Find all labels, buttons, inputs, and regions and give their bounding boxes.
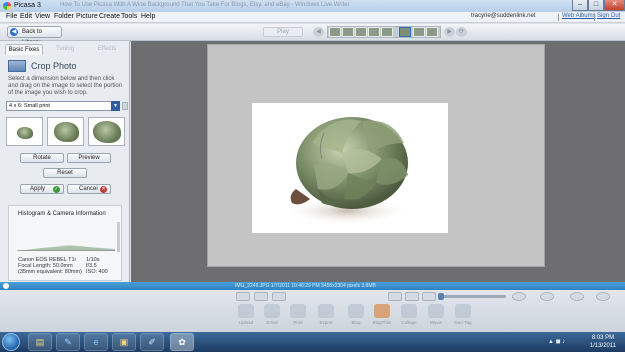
photo-tray bbox=[0, 290, 625, 332]
menu-file[interactable]: File bbox=[6, 13, 17, 20]
next-photo-button[interactable]: ▶ bbox=[444, 27, 455, 37]
clock-date[interactable]: 1/13/2011 bbox=[583, 343, 623, 349]
sign-out-link[interactable]: Sign Out bbox=[597, 13, 620, 19]
blog-icon[interactable] bbox=[348, 304, 364, 318]
view-toggle-button[interactable] bbox=[422, 292, 436, 301]
filmstrip-thumb[interactable] bbox=[342, 27, 354, 37]
histogram-scrollbar[interactable] bbox=[117, 222, 120, 252]
play-slideshow-button[interactable]: Play bbox=[263, 27, 303, 37]
blogthis-icon[interactable] bbox=[374, 304, 390, 318]
info-icon[interactable] bbox=[596, 292, 610, 301]
export-label: Export bbox=[319, 320, 333, 325]
account-email: tracyrie@suddenlink.net bbox=[471, 13, 536, 19]
x-icon: ✕ bbox=[100, 186, 107, 193]
tag-icon[interactable] bbox=[570, 292, 584, 301]
back-arrow-icon: ◀ bbox=[10, 28, 18, 36]
rotate-right-button[interactable] bbox=[272, 292, 286, 301]
rotate-button[interactable]: Rotate bbox=[20, 153, 64, 163]
tab-effects[interactable]: Effects bbox=[87, 44, 127, 55]
picasa-app-icon bbox=[3, 2, 11, 10]
filmstrip-thumb[interactable] bbox=[413, 27, 425, 37]
movie-icon[interactable] bbox=[428, 304, 444, 318]
geotag-icon[interactable] bbox=[455, 304, 471, 318]
background-window-title: How To Use Picasa With A Wide Background… bbox=[60, 2, 350, 8]
collage-label: Collage bbox=[401, 320, 417, 325]
system-tray-icons[interactable]: ▲ ◼ ♪ bbox=[548, 338, 565, 345]
tab-tuning[interactable]: Tuning bbox=[44, 44, 86, 55]
rotate-view-button[interactable]: ⟳ bbox=[456, 27, 467, 37]
crop-suggestion-thumb[interactable] bbox=[47, 117, 84, 146]
export-icon[interactable] bbox=[318, 304, 334, 318]
filmstrip-thumb[interactable] bbox=[381, 27, 393, 37]
folder-icon[interactable]: ▣ bbox=[112, 333, 136, 351]
focal-equivalent: (35mm equivalent: 80mm) bbox=[18, 269, 82, 275]
hold-button[interactable] bbox=[236, 292, 250, 301]
picasa-taskbar-icon[interactable]: ✿ bbox=[170, 333, 194, 351]
minimize-button[interactable]: – bbox=[572, 0, 588, 11]
crop-photo-title: Crop Photo bbox=[31, 61, 77, 71]
crop-instructions: Select a dimension below and then click … bbox=[8, 76, 123, 96]
upload-label: Upload bbox=[238, 320, 254, 325]
geotag-label: Geo-Tag bbox=[454, 320, 472, 325]
zoom-slider-knob[interactable] bbox=[438, 293, 444, 300]
iso: ISO: 400 bbox=[86, 269, 108, 275]
view-toggle-button[interactable] bbox=[405, 292, 419, 301]
filmstrip-thumb[interactable] bbox=[426, 27, 438, 37]
upload-icon[interactable] bbox=[238, 304, 254, 318]
tab-basic-fixes[interactable]: Basic Fixes bbox=[5, 44, 43, 55]
crop-size-dropdown[interactable]: 4 x 6: Small print bbox=[6, 101, 119, 111]
reset-button[interactable]: Reset bbox=[43, 168, 87, 178]
explorer-folder-icon[interactable]: ▤ bbox=[28, 333, 52, 351]
crop-suggestion-thumb[interactable] bbox=[6, 117, 43, 146]
menu-view[interactable]: View bbox=[35, 13, 50, 20]
maximize-button[interactable]: □ bbox=[588, 0, 604, 11]
preview-button[interactable]: Preview bbox=[67, 153, 111, 163]
histogram-graph bbox=[17, 245, 115, 251]
menu-edit[interactable]: Edit bbox=[20, 13, 32, 20]
person-icon[interactable] bbox=[512, 292, 526, 301]
chevron-down-icon[interactable]: ▼ bbox=[111, 101, 120, 111]
close-button[interactable]: ✕ bbox=[604, 0, 625, 11]
clock-time[interactable]: 8:03 PM bbox=[583, 335, 623, 341]
window-title: Picasa 3 bbox=[14, 2, 41, 9]
divider bbox=[594, 14, 595, 21]
photo-info-text: IMG_2246.JPG 1/7/2011 10:46:29 PM 3456x2… bbox=[235, 283, 376, 289]
location-pin-icon[interactable] bbox=[540, 292, 554, 301]
menu-picture[interactable]: Picture bbox=[76, 13, 98, 20]
crop-suggestion-thumb[interactable] bbox=[88, 117, 125, 146]
crop-icon bbox=[8, 60, 26, 72]
filmstrip-current-thumb[interactable] bbox=[399, 27, 411, 37]
blog-label: Blog bbox=[351, 320, 361, 325]
email-label: Email bbox=[266, 320, 278, 325]
divider bbox=[558, 14, 559, 21]
menu-create[interactable]: Create bbox=[99, 13, 120, 20]
checkmark-icon: ✓ bbox=[53, 186, 60, 193]
artichoke-photo[interactable] bbox=[252, 103, 448, 233]
zoom-slider[interactable] bbox=[440, 295, 506, 298]
internet-explorer-icon[interactable]: e bbox=[84, 333, 108, 351]
pen-app-icon[interactable]: ✐ bbox=[140, 333, 164, 351]
menu-help[interactable]: Help bbox=[141, 13, 155, 20]
print-icon[interactable] bbox=[290, 304, 306, 318]
movie-label: Movie bbox=[429, 320, 442, 325]
crop-orientation-button[interactable] bbox=[122, 102, 128, 110]
blogthis-label: BlogThis! bbox=[372, 320, 392, 325]
start-button[interactable] bbox=[2, 333, 20, 351]
email-icon[interactable] bbox=[264, 304, 280, 318]
filmstrip-thumb[interactable] bbox=[355, 27, 367, 37]
print-label: Print bbox=[293, 320, 303, 325]
histogram-title: Histogram & Camera Information bbox=[18, 211, 106, 217]
view-toggle-button[interactable] bbox=[388, 292, 402, 301]
menu-tools[interactable]: Tools bbox=[121, 13, 137, 20]
menu-folder[interactable]: Folder bbox=[54, 13, 74, 20]
web-albums-link[interactable]: Web Albums bbox=[562, 13, 596, 19]
collage-icon[interactable] bbox=[401, 304, 417, 318]
previous-photo-button[interactable]: ◀ bbox=[313, 27, 324, 37]
filmstrip-thumb[interactable] bbox=[368, 27, 380, 37]
status-icon bbox=[3, 283, 9, 289]
filmstrip-thumb[interactable] bbox=[329, 27, 341, 37]
rotate-left-button[interactable] bbox=[254, 292, 268, 301]
writer-icon[interactable]: ✎ bbox=[56, 333, 80, 351]
